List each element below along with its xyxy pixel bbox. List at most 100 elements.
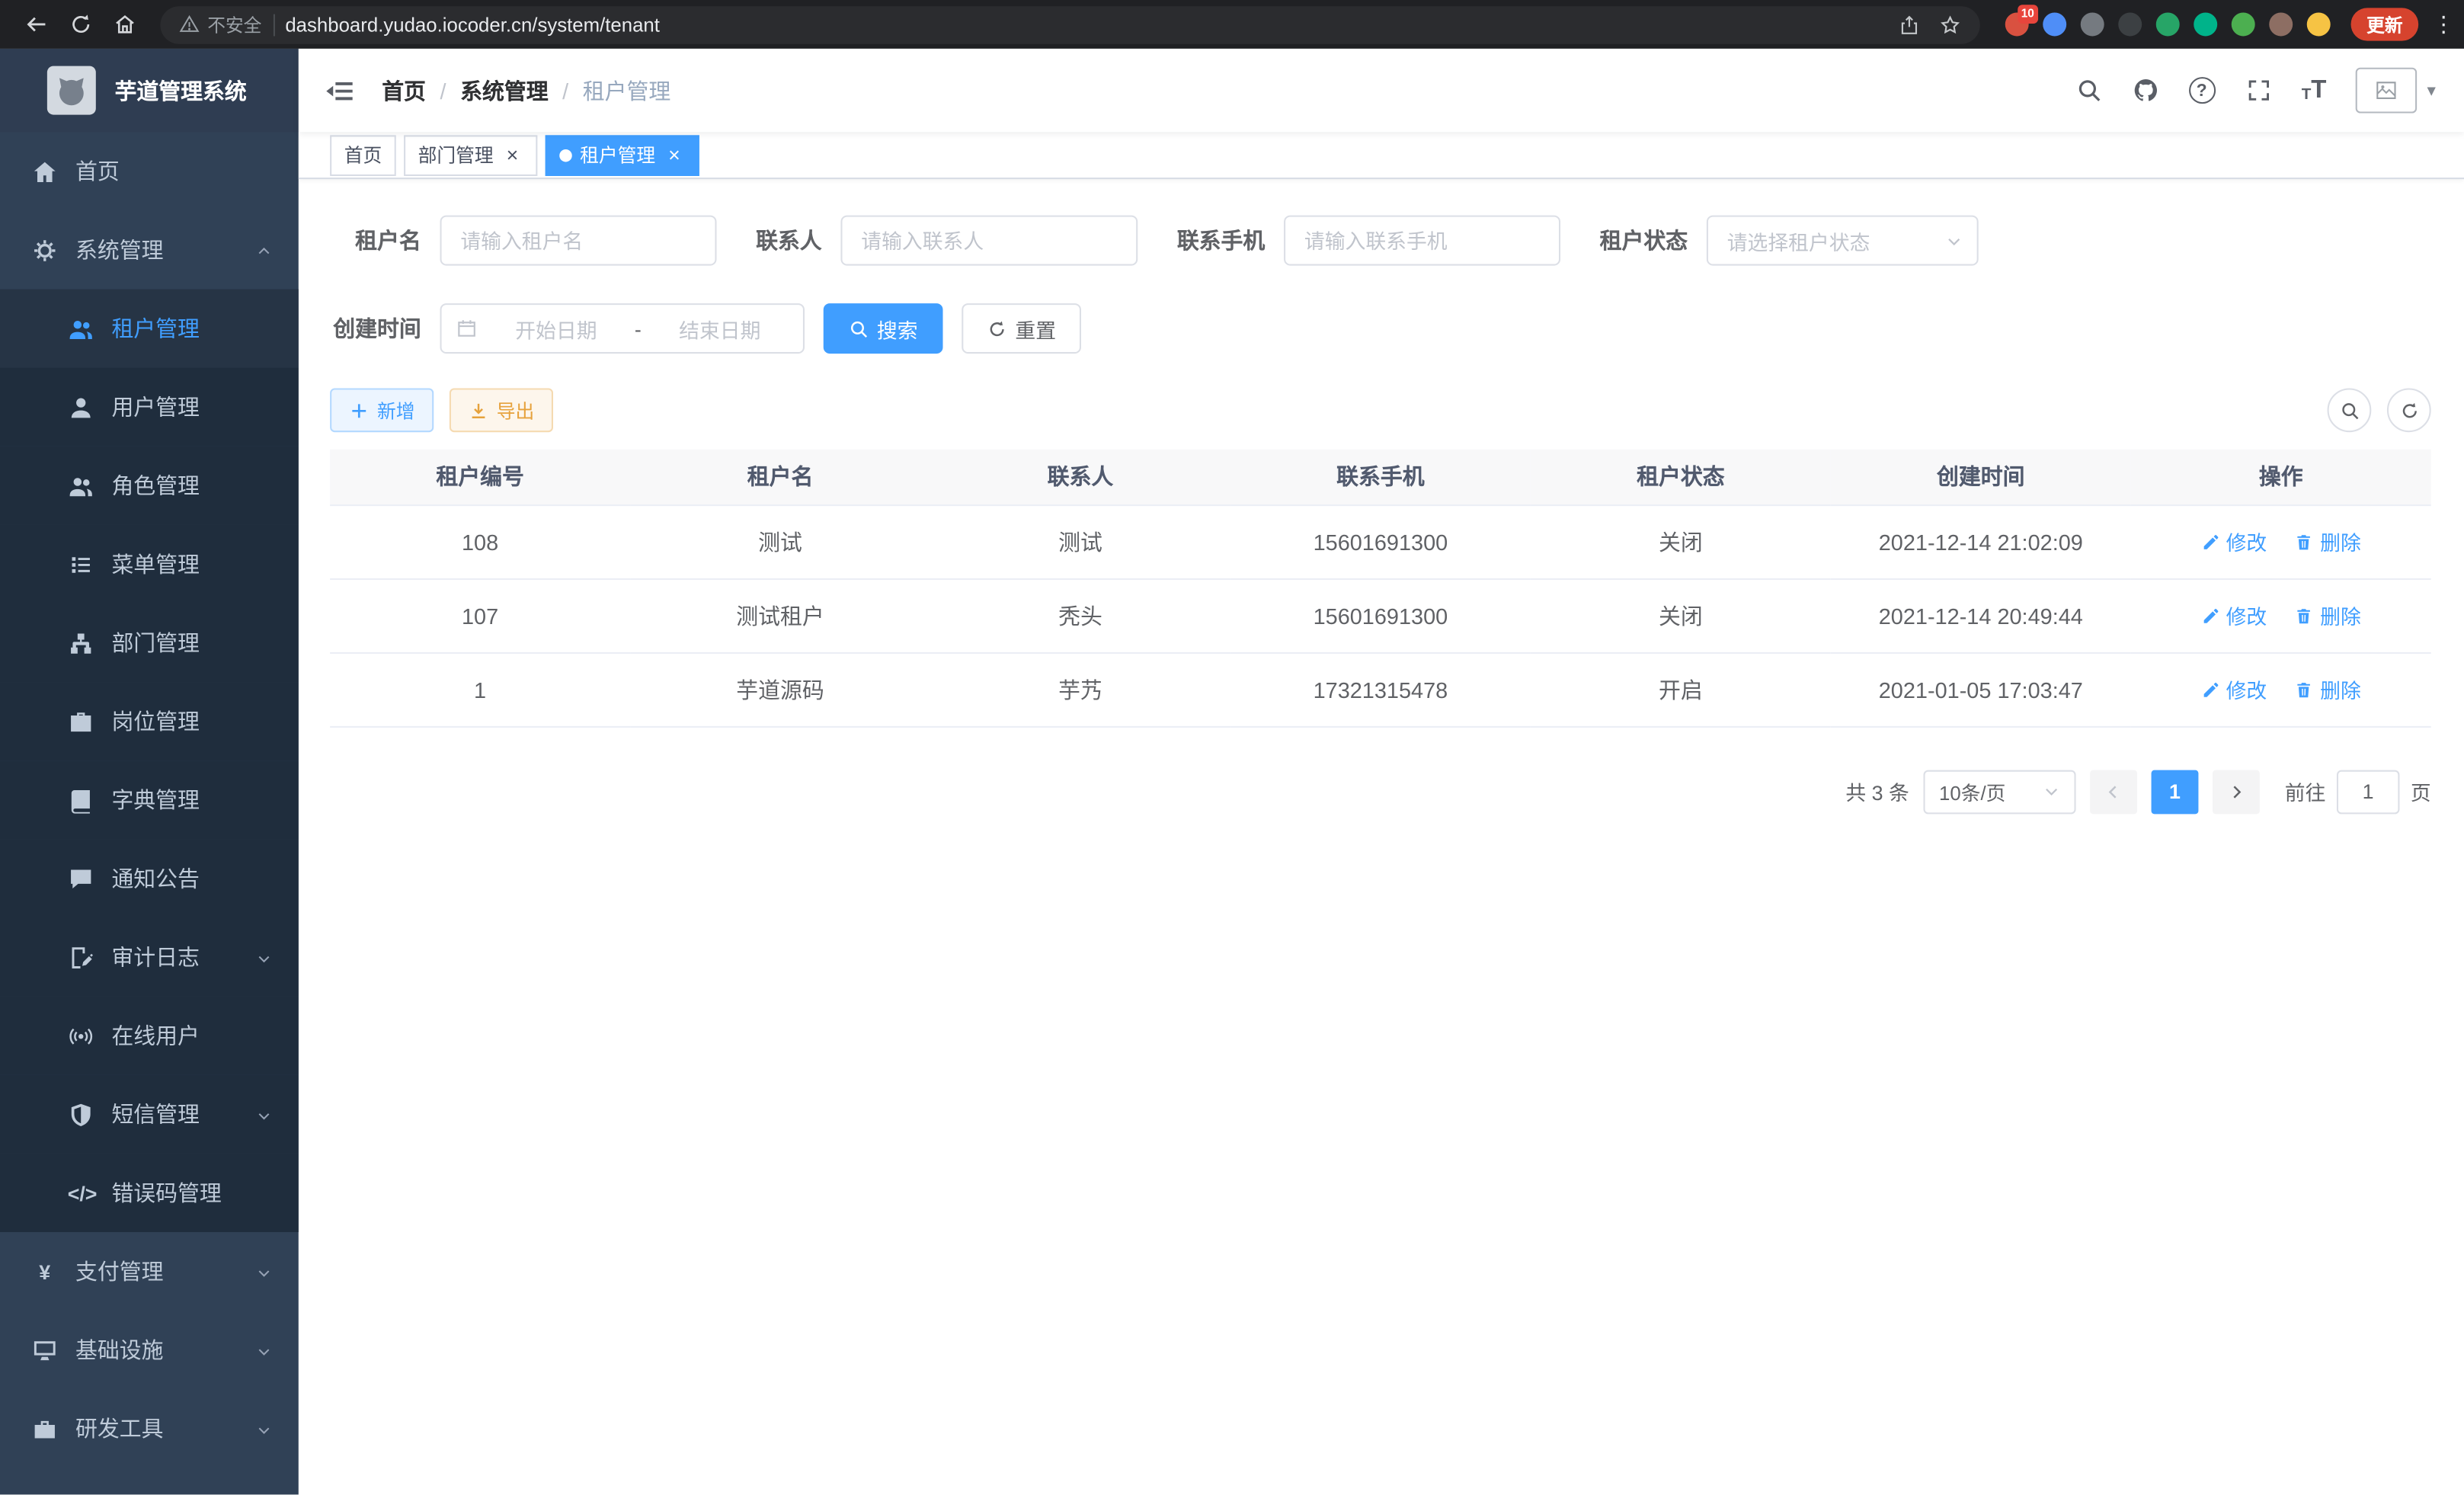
search-icon bbox=[849, 319, 869, 339]
extension-icon-5[interactable] bbox=[2156, 13, 2180, 37]
breadcrumb: 首页 / 系统管理 / 租户管理 bbox=[382, 75, 670, 106]
browser-update-button[interactable]: 更新 bbox=[2351, 8, 2419, 40]
sidebar-item-devtools[interactable]: 研发工具 bbox=[0, 1389, 299, 1468]
sidebar-item-dept[interactable]: 部门管理 bbox=[0, 603, 299, 682]
extension-icon-4[interactable] bbox=[2118, 13, 2142, 37]
user-avatar-menu[interactable]: ▾ bbox=[2357, 68, 2436, 114]
trash-icon bbox=[2295, 606, 2314, 625]
date-range-picker[interactable]: 开始日期 - 结束日期 bbox=[440, 303, 805, 354]
sidebar-item-role[interactable]: 角色管理 bbox=[0, 447, 299, 525]
sidebar-item-label: 用户管理 bbox=[111, 392, 200, 423]
yen-icon: ¥ bbox=[31, 1260, 58, 1283]
tags-view: 首页 部门管理 × 租户管理 × bbox=[299, 132, 2464, 179]
toolbox-icon bbox=[31, 1415, 58, 1442]
edit-link[interactable]: 修改 bbox=[2201, 674, 2267, 704]
cell-actions: 修改 删除 bbox=[2131, 652, 2431, 726]
bookmark-star-icon[interactable] bbox=[1939, 14, 1961, 36]
sidebar-item-post[interactable]: 岗位管理 bbox=[0, 682, 299, 760]
edit-link[interactable]: 修改 bbox=[2201, 600, 2267, 630]
extension-icon-7[interactable] bbox=[2232, 13, 2255, 37]
delete-link[interactable]: 删除 bbox=[2295, 527, 2361, 556]
sidebar-item-home[interactable]: 首页 bbox=[0, 132, 299, 210]
goto-page-input[interactable] bbox=[2337, 770, 2400, 814]
cell-phone: 17321315478 bbox=[1230, 652, 1531, 726]
page-size-select[interactable]: 10条/页 bbox=[1923, 770, 2075, 814]
prev-page-button[interactable] bbox=[2090, 770, 2137, 814]
browser-menu-icon[interactable]: ⋮ bbox=[2433, 11, 2449, 37]
phone-input[interactable] bbox=[1284, 216, 1560, 266]
cell-contact: 秃头 bbox=[930, 578, 1230, 652]
address-bar[interactable]: 不安全 dashboard.yudao.iocoder.cn/system/te… bbox=[160, 5, 1979, 43]
github-icon[interactable] bbox=[2132, 77, 2158, 104]
sidebar-item-sms[interactable]: 短信管理 bbox=[0, 1075, 299, 1154]
sidebar-item-label: 字典管理 bbox=[111, 784, 200, 815]
extension-icon-8[interactable] bbox=[2269, 13, 2293, 37]
search-icon[interactable] bbox=[2075, 77, 2102, 104]
help-icon[interactable]: ? bbox=[2188, 77, 2215, 104]
sidebar-item-notice[interactable]: 通知公告 bbox=[0, 839, 299, 917]
sidebar-item-audit-log[interactable]: 审计日志 bbox=[0, 918, 299, 997]
extension-icon-1[interactable]: 10 bbox=[2005, 13, 2029, 37]
date-start-placeholder: 开始日期 bbox=[487, 313, 625, 343]
contact-input[interactable] bbox=[840, 216, 1138, 266]
breadcrumb-system[interactable]: 系统管理 bbox=[460, 75, 549, 106]
sidebar-item-infra[interactable]: 基础设施 bbox=[0, 1311, 299, 1389]
reset-button[interactable]: 重置 bbox=[962, 303, 1081, 354]
sidebar-item-tenant[interactable]: 租户管理 bbox=[0, 290, 299, 368]
sidebar-item-menu[interactable]: 菜单管理 bbox=[0, 525, 299, 603]
date-end-placeholder: 结束日期 bbox=[651, 313, 789, 343]
status-select[interactable]: 请选择租户状态 bbox=[1707, 216, 1979, 266]
tenant-name-input[interactable] bbox=[440, 216, 717, 266]
download-icon bbox=[469, 400, 489, 421]
share-icon[interactable] bbox=[1899, 14, 1921, 36]
next-page-button[interactable] bbox=[2213, 770, 2260, 814]
tab-dept[interactable]: 部门管理 × bbox=[404, 134, 537, 175]
sidebar-item-payment[interactable]: ¥ 支付管理 bbox=[0, 1232, 299, 1311]
browser-reload-button[interactable] bbox=[59, 4, 101, 45]
page-number-button[interactable]: 1 bbox=[2151, 770, 2198, 814]
gear-icon bbox=[31, 236, 58, 263]
edit-link[interactable]: 修改 bbox=[2201, 527, 2267, 556]
sidebar-item-label: 错误码管理 bbox=[111, 1177, 221, 1208]
sidebar-menu: 首页 系统管理 租户管理 用户管理 角色管理 bbox=[0, 132, 299, 1468]
export-button[interactable]: 导出 bbox=[450, 388, 553, 432]
extension-icon-2[interactable] bbox=[2043, 13, 2066, 37]
tab-label: 首页 bbox=[344, 142, 382, 168]
sidebar-item-system[interactable]: 系统管理 bbox=[0, 210, 299, 289]
tab-label: 部门管理 bbox=[418, 142, 494, 168]
chevron-left-icon bbox=[2104, 782, 2123, 801]
sidebar-item-dict[interactable]: 字典管理 bbox=[0, 760, 299, 839]
sidebar-item-label: 租户管理 bbox=[111, 312, 200, 344]
security-warning-label: 不安全 bbox=[207, 11, 261, 37]
refresh-table-button[interactable] bbox=[2387, 388, 2431, 432]
extension-icon-9[interactable] bbox=[2307, 13, 2331, 37]
browser-back-button[interactable] bbox=[16, 4, 57, 45]
font-size-icon[interactable]: TT bbox=[2302, 78, 2327, 103]
add-button[interactable]: 新增 bbox=[330, 388, 434, 432]
sidebar-item-label: 系统管理 bbox=[75, 234, 164, 265]
breadcrumb-home[interactable]: 首页 bbox=[382, 75, 426, 106]
status-select-placeholder: 请选择租户状态 bbox=[1727, 226, 1870, 255]
delete-link[interactable]: 删除 bbox=[2295, 600, 2361, 630]
tab-tenant[interactable]: 租户管理 × bbox=[546, 134, 699, 175]
app-logo-row[interactable]: 芋道管理系统 bbox=[0, 49, 299, 132]
sidebar-item-error-code[interactable]: </> 错误码管理 bbox=[0, 1154, 299, 1232]
browser-home-button[interactable] bbox=[104, 4, 145, 45]
tab-label: 租户管理 bbox=[580, 142, 655, 168]
delete-link[interactable]: 删除 bbox=[2295, 674, 2361, 704]
close-icon[interactable]: × bbox=[501, 144, 523, 166]
sidebar-collapse-button[interactable] bbox=[324, 75, 355, 106]
search-button[interactable]: 搜索 bbox=[824, 303, 943, 354]
extension-icon-3[interactable] bbox=[2081, 13, 2104, 37]
extensions-row: 10 bbox=[2005, 13, 2331, 37]
extension-icon-6[interactable] bbox=[2194, 13, 2217, 37]
security-status[interactable]: 不安全 bbox=[179, 11, 261, 37]
sidebar-item-label: 首页 bbox=[75, 155, 120, 187]
show-search-toggle-button[interactable] bbox=[2328, 388, 2372, 432]
sidebar-item-user[interactable]: 用户管理 bbox=[0, 368, 299, 447]
tab-home[interactable]: 首页 bbox=[330, 134, 396, 175]
fullscreen-icon[interactable] bbox=[2245, 77, 2271, 104]
close-icon[interactable]: × bbox=[663, 144, 685, 166]
sidebar-item-online-user[interactable]: 在线用户 bbox=[0, 997, 299, 1075]
cell-created: 2021-12-14 20:49:44 bbox=[1831, 578, 2131, 652]
